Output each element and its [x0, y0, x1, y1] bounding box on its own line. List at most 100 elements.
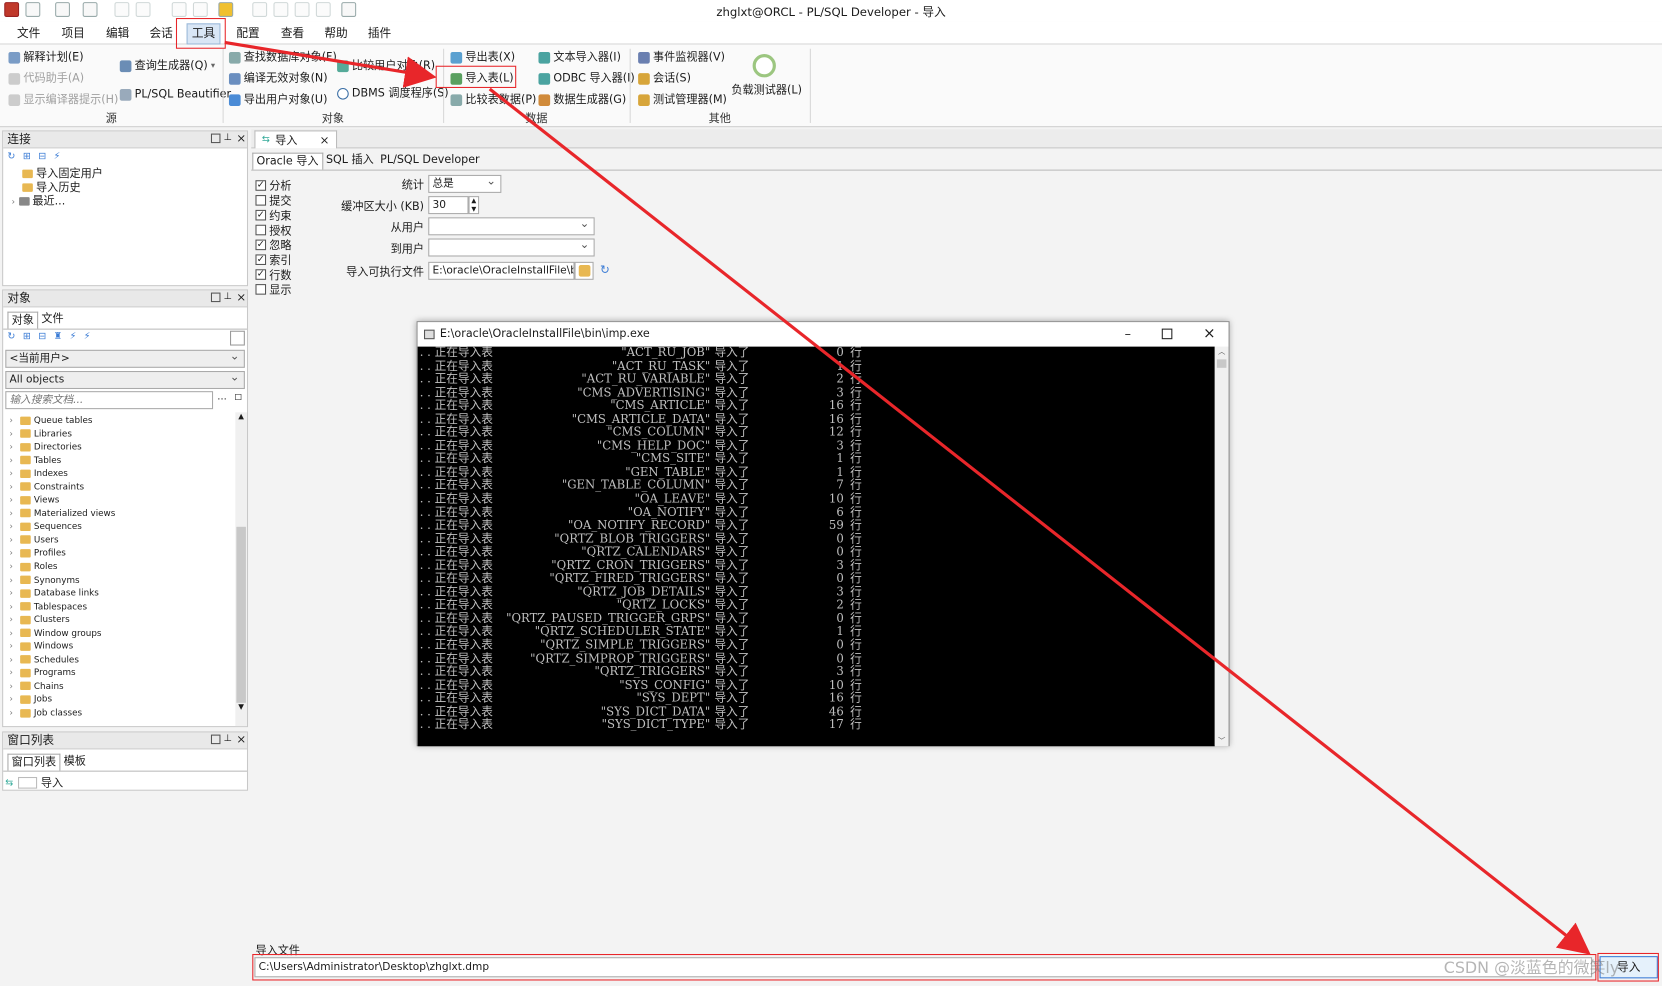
scroll-up-icon[interactable]: ▲ [235, 412, 247, 420]
checkbox-box[interactable] [255, 224, 267, 236]
compare-table-data-button[interactable]: 比较表数据(P) [450, 90, 536, 109]
code-assistant-button[interactable]: 代码助手(A) [8, 69, 84, 88]
tree-item-fixed-users[interactable]: 导入固定用户 [12, 167, 103, 181]
option-checkbox[interactable]: ✓ 索引 [255, 252, 291, 267]
expand-icon[interactable]: ⊞ [23, 332, 31, 343]
compare-user-objects-button[interactable]: 比较用户对象(R) [337, 56, 435, 75]
test-manager-button[interactable]: 测试管理器(M) [638, 90, 727, 109]
find-db-objects-button[interactable]: 查找数据库对象(F) [228, 48, 337, 67]
connect-icon[interactable]: ⚡ [54, 152, 61, 163]
checkbox-box[interactable]: ✓ [255, 180, 267, 191]
checkbox-box[interactable]: ✓ [255, 209, 267, 221]
option-checkbox[interactable]: 提交 [255, 193, 291, 208]
menu-edit[interactable]: 编辑 [102, 24, 134, 43]
object-type-item[interactable]: › Roles [10, 560, 233, 573]
tab-objects[interactable]: 对象 [7, 311, 39, 329]
buffer-size-input[interactable]: 30 [428, 196, 469, 215]
refresh-icon[interactable]: ↻ [7, 152, 15, 163]
expand-icon[interactable]: ⊞ [23, 152, 31, 163]
panel-restore-icon[interactable] [210, 734, 221, 745]
menu-session[interactable]: 会话 [145, 24, 177, 43]
sessions-button[interactable]: 会话(S) [638, 69, 691, 88]
object-type-item[interactable]: › Indexes [10, 467, 233, 480]
stats-select[interactable]: 总是 [428, 174, 502, 193]
new-window-icon[interactable]: ◻ [234, 392, 242, 403]
object-type-item[interactable]: › Users [10, 533, 233, 546]
object-filter-select[interactable]: All objects [5, 370, 245, 390]
menu-project[interactable]: 项目 [57, 24, 89, 43]
object-type-item[interactable]: › Chains [10, 679, 233, 692]
connect-icon[interactable]: ⚡ [84, 332, 91, 343]
object-type-item[interactable]: › Clusters [10, 613, 233, 626]
object-type-item[interactable]: › Windows [10, 639, 233, 652]
panel-restore-icon[interactable] [210, 133, 221, 144]
object-type-item[interactable]: › Window groups [10, 626, 233, 639]
option-checkbox[interactable]: ✓ 行数 [255, 267, 291, 282]
data-generator-button[interactable]: 数据生成器(G) [538, 90, 626, 109]
tab-files[interactable]: 文件 [38, 312, 67, 329]
checkbox-box[interactable] [255, 284, 267, 295]
tab-window-list[interactable]: 窗口列表 [7, 753, 61, 771]
object-type-item[interactable]: › Job classes [10, 706, 233, 719]
import-exe-input[interactable]: E:\oracle\OracleInstallFile\bin\imp.exe [428, 261, 575, 280]
refresh-icon[interactable]: ↻ [600, 263, 610, 277]
object-type-item[interactable]: › Views [10, 493, 233, 506]
scroll-down-icon[interactable]: ▼ [235, 703, 247, 711]
current-user-select[interactable]: <当前用户> [5, 349, 245, 368]
event-monitor-button[interactable]: 事件监视器(V) [638, 48, 725, 67]
menu-help[interactable]: 帮助 [320, 24, 352, 43]
to-user-select[interactable] [428, 238, 595, 257]
collapse-icon[interactable]: ⊟ [38, 152, 46, 163]
object-type-item[interactable]: › Materialized views [10, 506, 233, 519]
panel-restore-icon[interactable] [210, 292, 221, 303]
option-checkbox[interactable]: ✓ 约束 [255, 208, 291, 223]
tree-item-recent[interactable]: › 最近... [12, 195, 103, 209]
option-checkbox[interactable]: 显示 [255, 282, 291, 297]
find-icon[interactable]: ♜ [54, 332, 63, 343]
scroll-down-icon[interactable]: ﹀ [1215, 736, 1229, 747]
filter-icon[interactable]: ⚡ [70, 332, 77, 343]
checkbox-box[interactable]: ✓ [255, 239, 267, 251]
object-type-item[interactable]: › Queue tables [10, 413, 233, 426]
panel-close-icon[interactable]: × [236, 290, 246, 304]
minimize-icon[interactable]: – [1125, 322, 1131, 346]
object-type-item[interactable]: › Programs [10, 666, 233, 679]
checkbox-box[interactable] [255, 195, 267, 206]
option-checkbox[interactable]: ✓ 忽略 [255, 237, 291, 252]
menu-plugins[interactable]: 插件 [364, 24, 396, 43]
object-type-item[interactable]: › Tables [10, 453, 233, 466]
objects-scrollbar[interactable]: ▲ ▼ [235, 412, 247, 727]
editor-tab-import[interactable]: ⇆ 导入 × [254, 130, 337, 149]
object-type-item[interactable]: › Directories [10, 440, 233, 453]
tab-plsql-developer[interactable]: PL/SQL Developer [377, 153, 483, 170]
object-search-input[interactable] [5, 391, 214, 410]
query-builder-button[interactable]: 查询生成器(Q) ▾ [119, 56, 215, 75]
object-type-item[interactable]: › Jobs [10, 693, 233, 706]
object-type-item[interactable]: › Database links [10, 586, 233, 599]
object-type-item[interactable]: › Synonyms [10, 573, 233, 586]
load-tester-gauge-icon[interactable] [752, 54, 776, 78]
more-icon[interactable]: … [217, 392, 227, 403]
tab-sql-insert[interactable]: SQL 插入 [323, 153, 377, 170]
checkbox-box[interactable]: ✓ [255, 269, 267, 280]
panel-pin-icon[interactable]: ⊥ [224, 734, 232, 745]
tree-item-history[interactable]: 导入历史 [12, 181, 103, 195]
scrollbar-thumb[interactable] [236, 526, 246, 703]
panel-pin-icon[interactable]: ⊥ [224, 133, 232, 144]
tab-oracle-import[interactable]: Oracle 导入 [252, 152, 323, 170]
close-icon[interactable]: × [1203, 322, 1215, 346]
object-type-item[interactable]: › Libraries [10, 427, 233, 440]
menu-view[interactable]: 查看 [277, 24, 309, 43]
tab-templates[interactable]: 模板 [60, 754, 89, 771]
panel-close-icon[interactable]: × [236, 732, 246, 746]
tab-close-icon[interactable]: × [320, 133, 330, 147]
panel-close-icon[interactable]: × [236, 131, 246, 145]
load-tester-button[interactable]: 负载测试器(L) [731, 81, 802, 100]
refresh-icon[interactable]: ↻ [7, 332, 15, 343]
scroll-up-icon[interactable]: ︿ [1215, 347, 1229, 358]
dbms-scheduler-button[interactable]: DBMS 调度程序(S) [337, 84, 449, 103]
odbc-importer-button[interactable]: ODBC 导入器(I) [538, 69, 635, 88]
buffer-size-stepper[interactable]: ▲ ▼ [468, 196, 480, 215]
object-type-item[interactable]: › Constraints [10, 480, 233, 493]
collapse-icon[interactable]: ⊟ [38, 332, 46, 343]
